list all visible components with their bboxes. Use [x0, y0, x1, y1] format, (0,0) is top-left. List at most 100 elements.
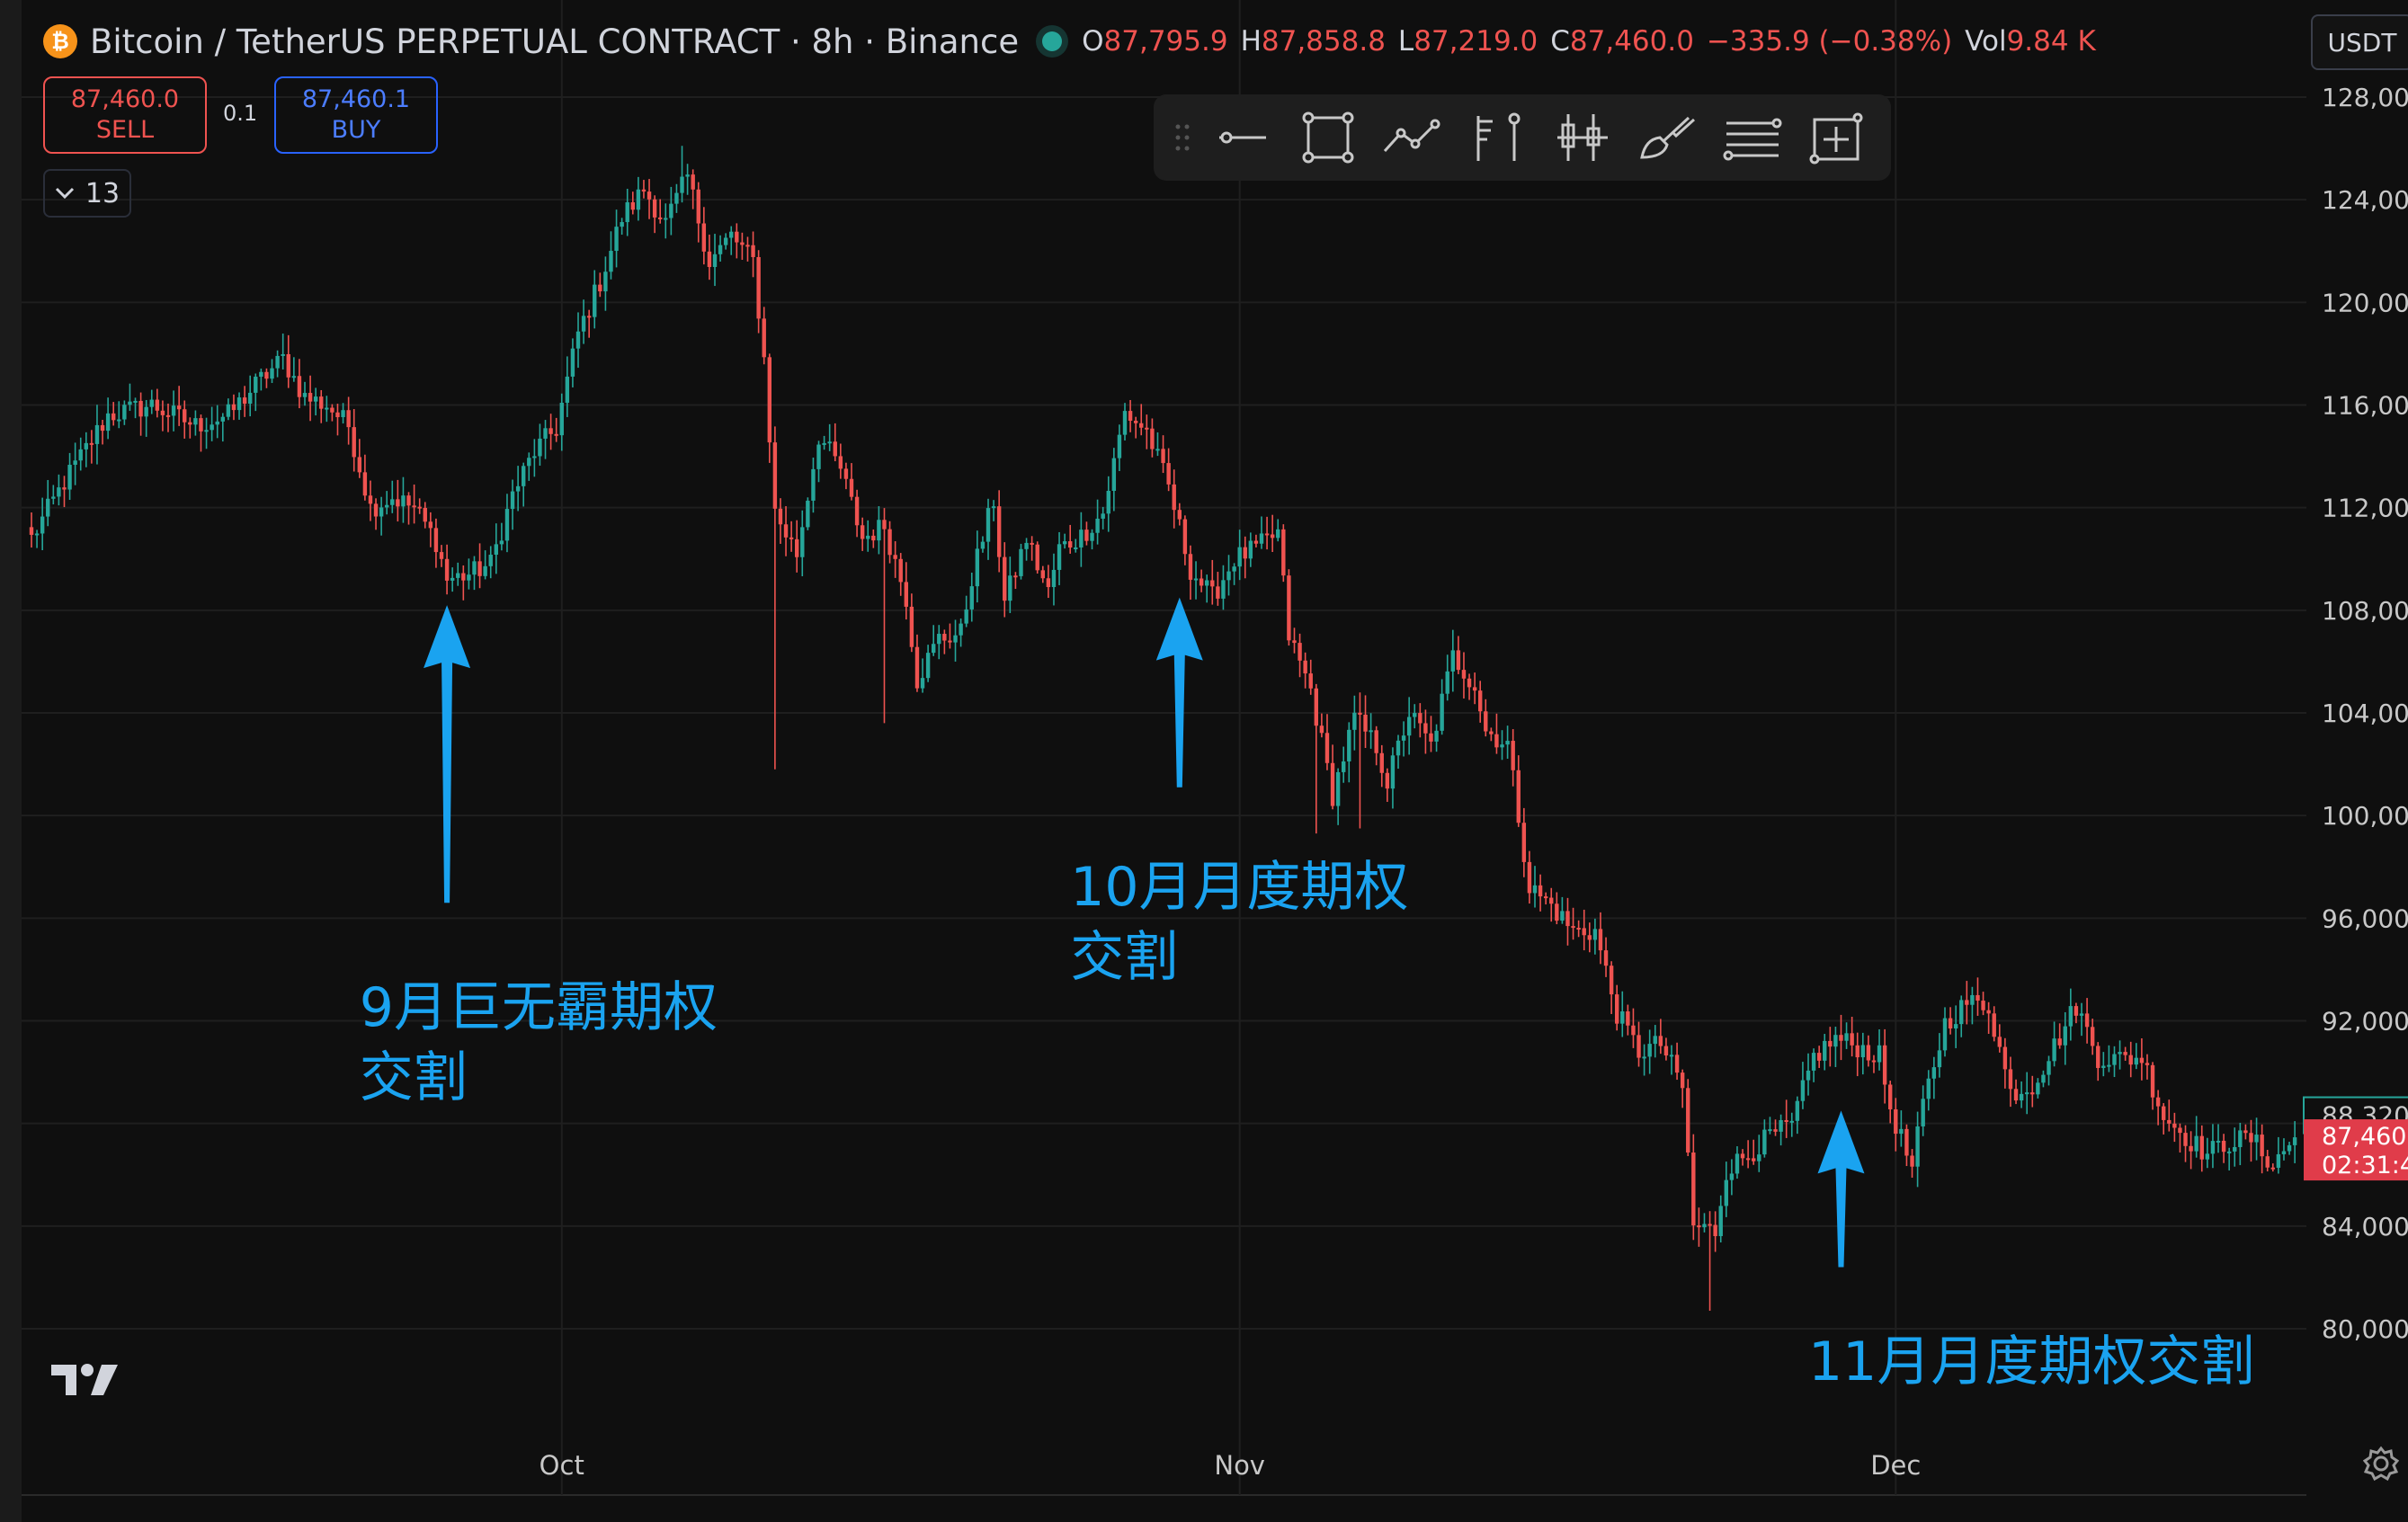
candle-body	[991, 506, 996, 509]
candle-body	[1532, 885, 1538, 894]
candle-body	[1511, 741, 1515, 770]
candle-body	[270, 368, 274, 379]
candle-body	[522, 466, 526, 486]
path-icon[interactable]	[1370, 102, 1456, 174]
sell-price: 87,460.0	[70, 85, 180, 113]
candle-body	[751, 245, 755, 257]
candle-body	[1571, 926, 1575, 929]
candle-body	[1352, 712, 1357, 730]
candle-body	[701, 223, 707, 252]
candle-body	[2172, 1123, 2177, 1128]
candle-body	[1128, 411, 1133, 422]
price-chart[interactable]: 128,000 124,000 120,000 116,000 112,000 108,0…	[0, 0, 2408, 1522]
fib-icon[interactable]	[1455, 102, 1540, 174]
candle-body	[313, 396, 318, 402]
brush-icon[interactable]	[1625, 102, 1710, 174]
candle-body	[925, 653, 931, 679]
candle-body	[483, 565, 487, 576]
price-axis-label: 104,000	[2322, 699, 2408, 728]
candle-body	[996, 506, 1002, 557]
candle-body	[62, 487, 67, 490]
candle-body	[1986, 1010, 1991, 1014]
candle-body	[2162, 1106, 2166, 1120]
candle-body	[767, 357, 771, 443]
candle-body	[1330, 762, 1335, 806]
candle-body	[2019, 1093, 2024, 1101]
candle-body	[2139, 1057, 2145, 1064]
price-axis-label: 116,000	[2322, 391, 2408, 421]
candle-body	[1253, 540, 1259, 544]
candle-body	[1642, 1056, 1646, 1059]
candle-body	[259, 371, 263, 378]
candle-body	[735, 231, 739, 243]
candle-body	[1243, 547, 1247, 559]
candle-body	[1030, 542, 1034, 545]
candle-body	[1489, 731, 1494, 734]
measure-icon[interactable]	[1796, 102, 1881, 174]
candle-body	[1440, 693, 1444, 731]
candle-body	[1314, 688, 1318, 726]
candle-body	[2013, 1089, 2019, 1101]
candle-body	[1970, 994, 1975, 1005]
candle-body	[718, 245, 723, 254]
candle-body	[1555, 903, 1559, 921]
candle-body	[1915, 1126, 1920, 1167]
volume-value: 9.84 K	[2006, 25, 2096, 58]
candle-body	[2189, 1145, 2193, 1152]
ohlc-readout: O 87,795.9 H 87,858.8 L 87,219.0 C 87,460.0 …	[1082, 25, 2096, 58]
gear-icon[interactable]	[2362, 1446, 2400, 1485]
candle-body	[620, 222, 624, 227]
symbol-title[interactable]: Bitcoin / TetherUS PERPETUAL CONTRACT · …	[90, 22, 1019, 61]
open-value: 87,795.9	[1103, 25, 1228, 58]
candle-body	[609, 251, 613, 272]
candle-body	[866, 535, 870, 539]
candle-body	[887, 529, 892, 556]
candle-body	[1598, 929, 1603, 951]
candle-body	[893, 555, 897, 559]
candle-body	[762, 318, 766, 358]
candle-body	[105, 413, 111, 432]
order-quantity[interactable]: 0.1	[223, 101, 257, 126]
close-value: 87,460.0	[1569, 25, 1694, 58]
candle-body	[149, 399, 154, 407]
candle-body	[1478, 690, 1483, 712]
candle-body	[117, 419, 121, 422]
candle-body	[1948, 1018, 1953, 1029]
candle-body	[1855, 1045, 1860, 1058]
candle-body	[980, 541, 985, 549]
candle-body	[1319, 725, 1324, 734]
candle-body	[2292, 1137, 2297, 1145]
candle-pattern-icon[interactable]	[1540, 102, 1626, 174]
price-axis-label: 100,000	[2322, 801, 2408, 831]
time-axis-label: Oct	[540, 1450, 584, 1481]
candle-body	[685, 174, 690, 177]
candle-body	[816, 444, 821, 469]
candle-body	[2128, 1055, 2133, 1065]
rectangle-icon[interactable]	[1285, 102, 1370, 174]
horizontal-line-icon[interactable]	[1200, 102, 1286, 174]
candle-body	[2194, 1135, 2198, 1152]
candle-body	[254, 377, 258, 393]
buy-button[interactable]: 87,460.1 BUY	[274, 76, 438, 154]
candle-body	[871, 535, 876, 541]
candle-body	[248, 392, 253, 404]
candle-body	[199, 418, 203, 432]
candle-body	[1199, 578, 1204, 586]
candle-body	[417, 506, 422, 509]
indicators-toggle-button[interactable]: 13	[43, 169, 131, 218]
market-status-icon	[1042, 31, 1063, 51]
candle-body	[1150, 428, 1155, 449]
candle-body	[914, 646, 920, 689]
candle-body	[231, 404, 236, 411]
candle-body	[1637, 1035, 1641, 1058]
candle-body	[1899, 1128, 1904, 1135]
candle-body	[838, 456, 843, 469]
candle-body	[1051, 569, 1057, 588]
sell-button[interactable]: 87,460.0 SELL	[43, 76, 207, 154]
candle-body	[959, 623, 963, 636]
grip-icon[interactable]	[1164, 102, 1200, 174]
candle-body	[603, 271, 608, 292]
currency-unit-button[interactable]: USDT	[2311, 14, 2408, 70]
candle-body	[652, 199, 657, 218]
parallel-lines-icon[interactable]	[1710, 102, 1796, 174]
